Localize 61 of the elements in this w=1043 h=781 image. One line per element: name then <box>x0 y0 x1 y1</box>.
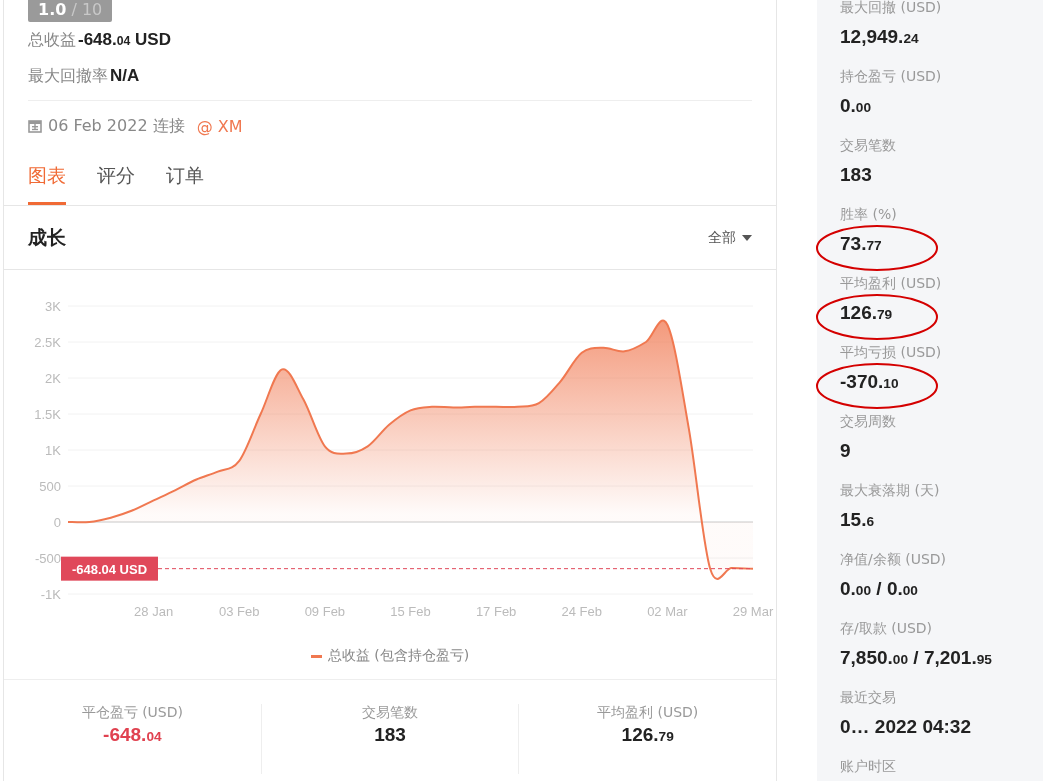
stat-value: 183 <box>840 163 873 187</box>
stat-label: 持仓盈亏 (USD) <box>840 67 943 86</box>
stat-value: 126.79 <box>621 724 674 746</box>
stat-label: 交易笔数 <box>840 136 897 155</box>
summary-value: N/A <box>110 65 140 87</box>
tab[interactable]: 订单 <box>166 163 204 205</box>
legend-label[interactable]: 总收益 (包含持仓盈亏) <box>327 647 470 665</box>
axis-label: 24 Feb <box>561 604 602 619</box>
stat-label: 账户时区 <box>840 757 897 776</box>
stat-value: 9 <box>840 439 852 463</box>
stat-label: 平均盈利 (USD) <box>840 274 943 293</box>
summary-value: -648.04 USD <box>78 29 171 51</box>
stat-value: 12,949.24 <box>840 25 920 49</box>
stat-label: 交易笔数 <box>362 704 418 722</box>
stat-label: 平仓盈亏 (USD) <box>81 704 183 722</box>
stat-value: 183 <box>374 724 406 746</box>
axis-label: 28 Jan <box>134 604 174 619</box>
stat-value: 0… 2022 04:32 <box>840 715 972 739</box>
stat-label: 最近交易 <box>840 688 897 707</box>
stat-label: 净值/余额 (USD) <box>840 550 947 569</box>
axis-label: 500 <box>39 479 61 494</box>
calendar-icon <box>28 119 42 133</box>
annotation: -648.04 USD <box>71 561 148 577</box>
stat-value: -648.04 <box>103 724 162 746</box>
stat-value: 126.79 <box>840 301 894 325</box>
stat-value: -370.10 <box>840 370 900 394</box>
axis-label: 2.5K <box>34 335 61 350</box>
stat-label: 胜率 (%) <box>840 205 898 224</box>
axis-label: 2K <box>45 371 61 386</box>
stat-label: 平均盈利 (USD) <box>597 704 699 722</box>
axis-label: 02 Mar <box>647 604 688 619</box>
caret-icon <box>742 234 752 241</box>
axis-label: 15 Feb <box>390 604 431 619</box>
section-title: 成长 <box>28 224 66 250</box>
stat-value: 0.00 / 0.00 <box>840 577 919 601</box>
stat-label: 平均亏损 (USD) <box>840 343 943 362</box>
stat-label: 最大回撤 (USD) <box>840 0 943 17</box>
connection-date: 06 Feb 2022 连接 <box>48 115 185 137</box>
axis-label: -1K <box>40 587 61 602</box>
summary-label: 最大回撤率 <box>28 65 108 87</box>
axis-label: 29 Mar <box>732 604 774 619</box>
stat-value: 7,850.00 / 7,201.95 <box>840 646 993 670</box>
axis-label: 03 Feb <box>219 604 260 619</box>
stat-value: 0.00 <box>840 94 873 118</box>
axis-label: 3K <box>45 299 61 314</box>
filter-dropdown[interactable]: 全部 <box>708 228 752 247</box>
stat-label: 最大衰落期 (天) <box>840 481 941 500</box>
axis-label: 09 Feb <box>304 604 346 619</box>
stat-label: 交易周数 <box>840 412 897 431</box>
axis-label: 17 Feb <box>475 604 517 619</box>
stat-label: 存/取款 (USD) <box>840 619 933 638</box>
axis-label: -500 <box>34 551 61 566</box>
stat-value: 15.6 <box>840 508 876 532</box>
tab[interactable]: 评分 <box>97 163 135 205</box>
axis-label: 1.5K <box>34 407 61 422</box>
legend-swatch <box>310 654 322 658</box>
axis-label: 0 <box>53 515 61 530</box>
value-tag: -648.04 USD <box>61 556 158 581</box>
stat-value: 73.77 <box>840 232 883 256</box>
axis-label: 1K <box>45 443 61 458</box>
summary-label: 总收益 <box>28 29 76 51</box>
